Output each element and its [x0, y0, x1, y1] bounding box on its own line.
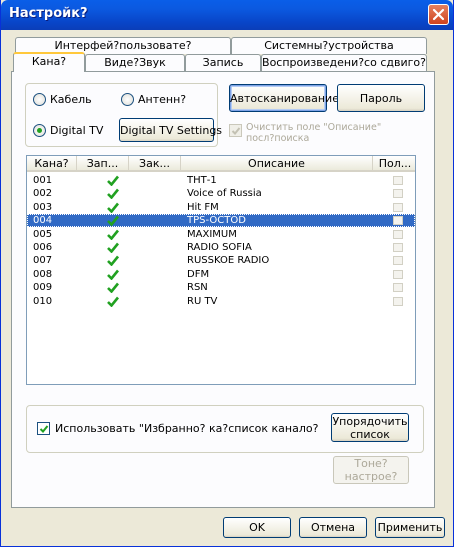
channel-description: DFM: [187, 268, 210, 280]
channel-description: RADIO SOFIA: [187, 242, 252, 253]
channel-row[interactable]: 008 DFM: [27, 268, 415, 281]
tab-channels[interactable]: Кана?: [13, 52, 85, 72]
channel-list[interactable]: Кана? Зап... Зак... Описание Пол... 001 Т…: [26, 155, 416, 385]
radio-cable[interactable]: Кабель: [33, 93, 92, 106]
apply-button[interactable]: Применить: [375, 517, 445, 538]
favorite-checkbox[interactable]: [393, 216, 403, 226]
radio-digital-dot[interactable]: [33, 124, 46, 137]
autoscan-button[interactable]: Автосканирование: [229, 84, 339, 112]
channel-row[interactable]: 006 RADIO SOFIA: [27, 241, 415, 254]
channel-number: 004: [33, 215, 53, 227]
tab-recording[interactable]: Запись: [185, 54, 261, 71]
radio-digital[interactable]: Digital TV: [33, 124, 103, 137]
window-title: Настройк?: [9, 6, 88, 21]
checkmark-icon: [107, 175, 119, 186]
checkmark-icon: [107, 282, 119, 294]
checkmark-icon: [39, 425, 49, 433]
tab-label: Интерфей?пользовате?: [54, 39, 192, 52]
channel-description: MAXIMUM: [187, 228, 237, 240]
channel-row[interactable]: 001 ТНТ-1: [27, 174, 415, 187]
tab-system-devices[interactable]: Системны?устройства: [231, 37, 427, 54]
channel-description: Voice of Russia: [187, 188, 262, 200]
channel-row[interactable]: 002 Voice of Russia: [27, 187, 415, 200]
col-header-favorite[interactable]: Пол...: [373, 156, 415, 171]
channel-number: 003: [33, 201, 53, 213]
channel-description: RU TV: [187, 295, 218, 307]
title-bar[interactable]: Настройк?: [1, 0, 453, 30]
radio-antenna-dot[interactable]: [121, 93, 134, 106]
col-header-channel[interactable]: Кана?: [27, 156, 77, 171]
channel-row[interactable]: 003 Hit FM: [27, 201, 415, 214]
tab-label: Виде?Звук: [104, 56, 166, 69]
password-button[interactable]: Пароль: [337, 84, 425, 112]
col-header-recorded[interactable]: Зап...: [77, 156, 129, 171]
radio-cable-label: Кабель: [50, 93, 92, 106]
col-header-description[interactable]: Описание: [181, 156, 373, 171]
cancel-button[interactable]: Отмена: [299, 517, 367, 538]
favorite-checkbox[interactable]: [393, 202, 403, 212]
digital-tv-settings-button[interactable]: Digital TV Settings: [119, 118, 222, 142]
close-button[interactable]: [428, 4, 449, 25]
channel-number: 009: [33, 282, 53, 294]
clear-description-option[interactable]: Очистить поле "Описание" посл?поиска: [229, 122, 429, 150]
favorite-checkbox[interactable]: [393, 176, 403, 185]
checkmark-icon: [107, 269, 119, 280]
channel-row[interactable]: 010 RU TV: [27, 295, 415, 308]
clear-description-label: Очистить поле "Описание" посл?поиска: [246, 122, 382, 144]
channel-number: 010: [33, 295, 53, 307]
channel-description: Hit FM: [187, 201, 219, 213]
sort-list-button[interactable]: Упорядочить список: [331, 413, 409, 442]
channel-description: ТНТ-1: [187, 175, 217, 186]
channel-number: 006: [33, 242, 53, 253]
close-icon: [432, 8, 445, 21]
channel-number: 007: [33, 255, 53, 267]
favorite-checkbox[interactable]: [393, 283, 403, 293]
settings-window: Настройк? Интерфей?пользовате? Системны?…: [0, 0, 454, 547]
tab-label: Запись: [202, 56, 244, 69]
ok-button[interactable]: OK: [223, 517, 291, 538]
checkmark-icon: [107, 229, 119, 240]
checkmark-icon: [107, 242, 119, 253]
fine-tune-button: Тоне? настрое?: [333, 456, 409, 484]
checkmark-icon: [107, 256, 119, 267]
checkmark-icon: [231, 127, 241, 135]
radio-digital-label: Digital TV: [50, 124, 104, 137]
favorite-checkbox[interactable]: [393, 229, 403, 239]
tab-label: Кана?: [31, 55, 67, 68]
channel-number: 001: [33, 175, 53, 186]
checkmark-icon: [107, 296, 119, 307]
favorites-checkbox[interactable]: [37, 422, 50, 435]
channel-number: 008: [33, 268, 53, 280]
favorite-checkbox[interactable]: [393, 189, 403, 199]
favorite-checkbox[interactable]: [393, 296, 403, 306]
tab-video-sound[interactable]: Виде?Звук: [85, 54, 185, 71]
channel-description: RUSSKOE RADIO: [187, 255, 270, 267]
radio-cable-dot[interactable]: [33, 93, 46, 106]
favorites-option[interactable]: Использовать "Избранно? ка?список канало…: [37, 422, 327, 438]
channel-row[interactable]: 005 MAXIMUM: [27, 228, 415, 241]
channel-number: 005: [33, 228, 53, 240]
tab-label: Системны?устройства: [264, 39, 394, 52]
channel-description: TPS-OCTOD: [187, 215, 246, 227]
channel-number: 002: [33, 188, 53, 200]
channel-list-header: Кана? Зап... Зак... Описание Пол...: [27, 156, 415, 172]
radio-antenna-label: Антенн?: [138, 93, 187, 106]
channel-row[interactable]: 009 RSN: [27, 281, 415, 294]
checkmark-icon: [107, 215, 119, 227]
tab-timeshift[interactable]: Воспроизведени?со сдвиго?: [261, 54, 427, 71]
channel-row[interactable]: 004 TPS-OCTOD: [27, 214, 415, 228]
favorite-checkbox[interactable]: [393, 269, 403, 279]
radio-antenna[interactable]: Антенн?: [121, 93, 186, 106]
tab-label: Воспроизведени?со сдвиго?: [262, 56, 426, 69]
checkmark-icon: [107, 202, 119, 213]
favorite-checkbox[interactable]: [393, 256, 403, 266]
favorites-label: Использовать "Избранно? ка?список канало…: [55, 422, 319, 435]
checkmark-icon: [107, 189, 119, 200]
channel-description: RSN: [187, 282, 208, 294]
clear-description-checkbox[interactable]: [229, 124, 242, 137]
favorite-checkbox[interactable]: [393, 243, 403, 252]
channel-row[interactable]: 007 RUSSKOE RADIO: [27, 254, 415, 267]
col-header-locked[interactable]: Зак...: [129, 156, 181, 171]
